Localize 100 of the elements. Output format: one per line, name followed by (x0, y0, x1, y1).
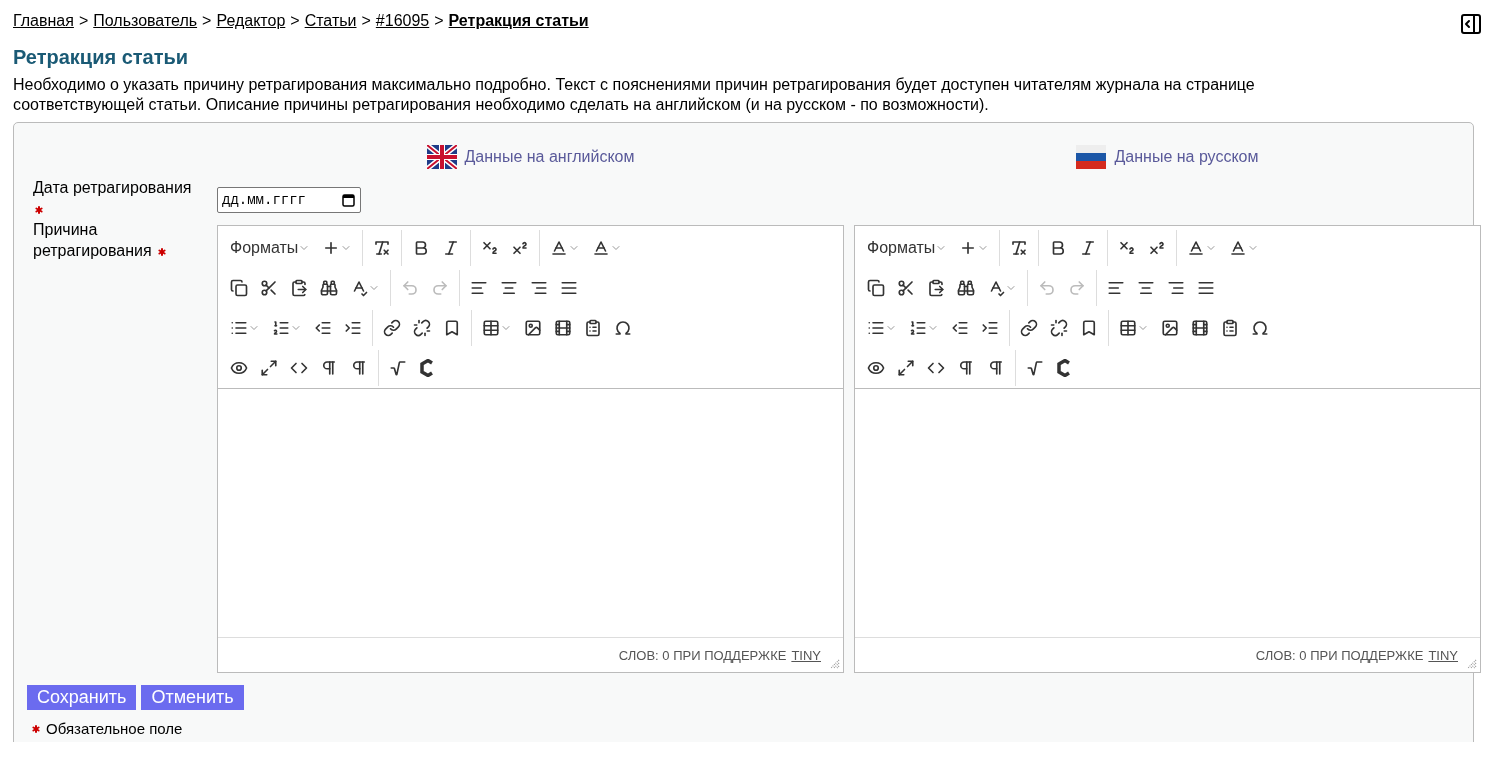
clipboard-icon (1221, 319, 1239, 337)
pilcrow-icon (320, 359, 338, 377)
unlink-icon (1050, 319, 1068, 337)
breadcrumb-link[interactable]: Редактор (216, 12, 286, 30)
hexagon-c-icon (419, 359, 435, 377)
redo-icon (431, 279, 449, 297)
table-icon (482, 319, 500, 337)
tiny-link[interactable]: TINY (1428, 647, 1458, 663)
resize-handle-icon[interactable] (830, 659, 840, 669)
breadcrumb-separator: > (290, 12, 300, 30)
undo-icon (401, 279, 419, 297)
film-icon (1191, 319, 1209, 337)
subscript-icon (481, 239, 500, 257)
breadcrumb-link[interactable]: #16095 (375, 12, 430, 30)
bookmark-icon (1080, 319, 1098, 337)
fullscreen-icon (260, 359, 278, 377)
preview-icon (867, 359, 885, 377)
language-heading: Данные на английском (464, 148, 635, 166)
word-count: СЛОВ: 0 ПРИ ПОДДЕРЖКЕ (1255, 647, 1424, 663)
preview-icon (230, 359, 248, 377)
calendar-icon (342, 193, 355, 207)
superscript-icon (511, 239, 530, 257)
copy-icon (867, 279, 885, 297)
redo-icon (1068, 279, 1086, 297)
omega-icon (1251, 319, 1269, 337)
clear-formatting-icon (373, 239, 392, 257)
breadcrumb-link[interactable]: Ретракция статьи (448, 12, 589, 30)
field-label: Причина ретрагирования (26, 219, 193, 673)
date-input-field[interactable]: дд.мм.гггг (217, 187, 361, 213)
resize-handle-icon[interactable] (1467, 659, 1477, 669)
outdent-icon (314, 319, 332, 337)
flag-icon (426, 145, 457, 169)
page-description: Необходимо о указать причину ретрагирования максимально подробно. Текст с пояснениями причин ретрагирования будет доступен читателям журнала на странице соответствующей статьи. Описание причины ретрагирования необходимо сделать на английском (и на русском - по возможности). (13, 75, 1256, 115)
bullet-list-icon (230, 319, 248, 337)
align-center-icon (1137, 279, 1155, 297)
paste-icon (927, 279, 945, 297)
hexagon-c-icon (1056, 359, 1072, 377)
form-button[interactable]: Отменить (141, 685, 244, 710)
form-button[interactable]: Сохранить (27, 685, 137, 710)
numbered-list-icon (272, 319, 290, 337)
breadcrumb-link[interactable]: Статьи (304, 12, 357, 30)
pilcrow-icon (957, 359, 975, 377)
bookmark-icon (443, 319, 461, 337)
outdent-icon (951, 319, 969, 337)
required-icon (30, 722, 42, 735)
page-title: Ретракция статьи (13, 46, 190, 69)
cut-icon (260, 279, 278, 297)
superscript-icon (1148, 239, 1167, 257)
pilcrow-icon (987, 359, 1005, 377)
formats-dropdown[interactable]: Форматы (861, 235, 954, 261)
paste-icon (290, 279, 308, 297)
align-left-icon (470, 279, 488, 297)
pilcrow-icon (350, 359, 368, 377)
breadcrumb-link[interactable]: Пользователь (93, 12, 198, 30)
indent-icon (344, 319, 362, 337)
table-icon (1119, 319, 1137, 337)
breadcrumb-separator: > (78, 12, 89, 30)
radical-icon (389, 359, 407, 377)
image-icon (524, 319, 542, 337)
undo-icon (1038, 279, 1056, 297)
link-icon (1020, 319, 1038, 337)
required-note: Обязательное поле (46, 720, 183, 737)
copy-icon (230, 279, 248, 297)
cut-icon (897, 279, 915, 297)
align-center-icon (500, 279, 518, 297)
fullscreen-icon (897, 359, 915, 377)
radical-icon (1026, 359, 1044, 377)
numbered-list-icon (909, 319, 927, 337)
omega-icon (614, 319, 632, 337)
binoculars-icon (957, 279, 975, 297)
unlink-icon (413, 319, 431, 337)
text-color-icon (1187, 239, 1206, 257)
clear-formatting-icon (1010, 239, 1029, 257)
tiny-link[interactable]: TINY (791, 647, 821, 663)
binoculars-icon (320, 279, 338, 297)
justify-icon (560, 279, 578, 297)
word-count: СЛОВ: 0 ПРИ ПОДДЕРЖКЕ (618, 647, 787, 663)
align-right-icon (530, 279, 548, 297)
panel-toggle-icon[interactable] (1459, 12, 1483, 36)
field-label: Дата ретрагирования (26, 177, 193, 219)
background-color-icon (592, 239, 611, 257)
bullet-list-icon (867, 319, 885, 337)
subscript-icon (1118, 239, 1137, 257)
image-icon (1161, 319, 1179, 337)
film-icon (554, 319, 572, 337)
background-color-icon (1229, 239, 1248, 257)
breadcrumb-link[interactable]: Главная (13, 12, 74, 30)
breadcrumb-separator: > (202, 12, 212, 30)
clipboard-icon (584, 319, 602, 337)
link-icon (383, 319, 401, 337)
language-heading: Данные на русском (1114, 148, 1259, 166)
justify-icon (1197, 279, 1215, 297)
flag-icon (1076, 145, 1107, 169)
breadcrumb-separator: > (434, 12, 444, 30)
text-color-icon (550, 239, 569, 257)
breadcrumb-separator: > (361, 12, 371, 30)
formats-dropdown[interactable]: Форматы (224, 235, 317, 261)
indent-icon (981, 319, 999, 337)
align-left-icon (1107, 279, 1125, 297)
align-right-icon (1167, 279, 1185, 297)
